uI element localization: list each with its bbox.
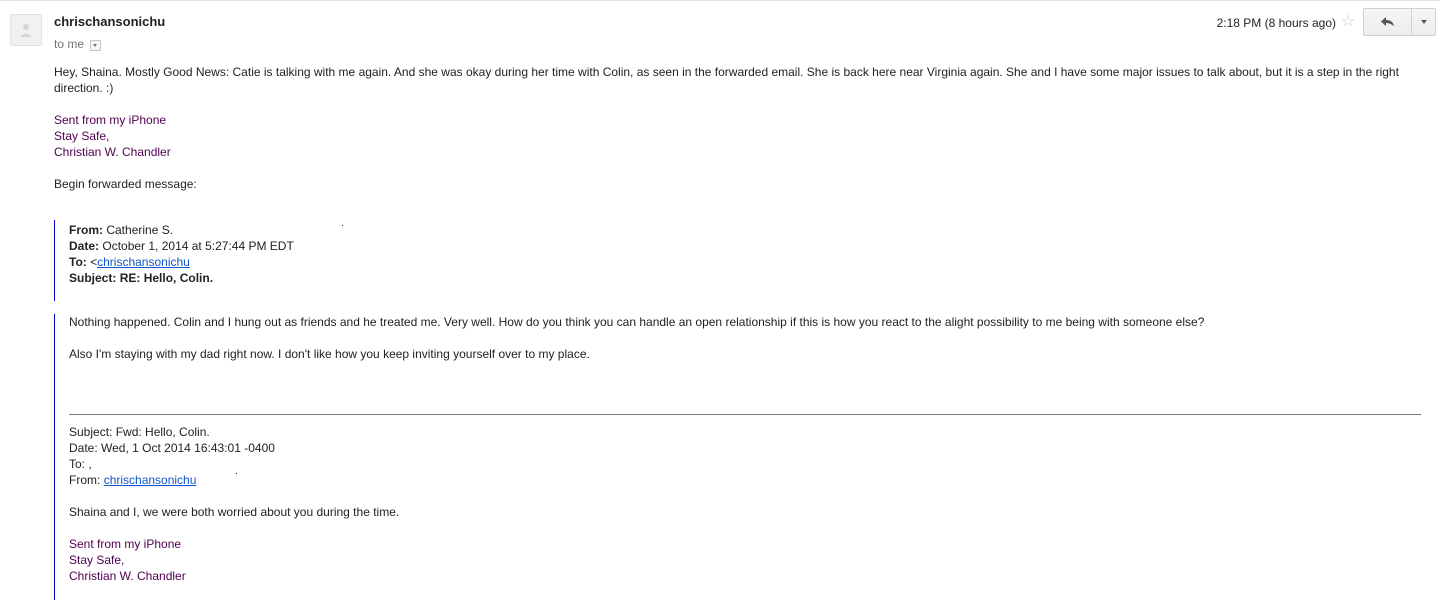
original-from-label: From: xyxy=(69,473,101,487)
signature-line: Christian W. Chandler xyxy=(69,569,186,583)
signature-line: Stay Safe, xyxy=(54,129,110,143)
sender-name[interactable]: chrischansonichu xyxy=(54,14,165,29)
forwarded-body-quote: Nothing happened. Colin and I hung out a… xyxy=(54,314,1421,600)
date-label: Date: xyxy=(69,239,100,253)
message-timestamp: 2:18 PM (8 hours ago) xyxy=(1216,16,1336,30)
forwarded-to-row: To: <chrischansonichu xyxy=(69,254,294,270)
original-body: Shaina and I, we were both worried about… xyxy=(69,505,400,519)
email-message-view: chrischansonichu to me 2:18 PM (8 hours … xyxy=(0,0,1440,600)
original-from-link[interactable]: chrischansonichu xyxy=(104,473,197,487)
more-actions-button[interactable] xyxy=(1412,8,1436,36)
original-to: To: , xyxy=(69,457,92,471)
message-actions xyxy=(1363,8,1436,36)
to-me-label: to me xyxy=(54,37,85,51)
default-person-icon xyxy=(20,24,32,37)
signature-line: Stay Safe, xyxy=(69,553,125,567)
show-details-dropdown-icon[interactable] xyxy=(90,39,102,51)
signature-line: Sent from my iPhone xyxy=(54,113,167,127)
signature-line: Christian W. Chandler xyxy=(54,145,171,159)
forwarded-message-label: Begin forwarded message: xyxy=(54,177,197,191)
from-value: Catherine S. xyxy=(106,223,174,237)
from-label: From: xyxy=(69,223,103,237)
reply-button[interactable] xyxy=(1363,8,1412,36)
subject-label: Subject: xyxy=(69,271,117,285)
sender-avatar[interactable] xyxy=(10,14,42,46)
to-link[interactable]: chrischansonichu xyxy=(97,255,190,269)
original-date: Date: Wed, 1 Oct 2014 16:43:01 -0400 xyxy=(69,441,275,455)
forwarded-header-quote: From: Catherine S. Date: October 1, 2014… xyxy=(54,220,294,301)
recipient-summary[interactable]: to me xyxy=(54,37,102,51)
original-message: Subject: Fwd: Hello, Colin. Date: Wed, 1… xyxy=(69,424,1409,584)
date-value: October 1, 2014 at 5:27:44 PM EDT xyxy=(102,239,294,253)
redaction-mark xyxy=(342,225,343,226)
star-icon[interactable]: ☆ xyxy=(1341,14,1355,30)
original-subject: Subject: Fwd: Hello, Colin. xyxy=(69,425,210,439)
redaction-mark xyxy=(236,473,237,474)
forwarded-from-row: From: Catherine S. xyxy=(69,222,294,238)
chevron-down-icon xyxy=(1420,20,1427,24)
divider xyxy=(69,414,1421,415)
message-body: Hey, Shaina. Mostly Good News: Catie is … xyxy=(54,64,1424,192)
body-paragraph: Hey, Shaina. Mostly Good News: Catie is … xyxy=(54,65,1399,95)
to-label: To: xyxy=(69,255,87,269)
forwarded-subject-row: Subject: RE: Hello, Colin. xyxy=(69,270,294,286)
signature-line: Sent from my iPhone xyxy=(69,537,182,551)
forwarded-paragraph: Also I'm staying with my dad right now. … xyxy=(69,347,590,361)
original-from-row: From: chrischansonichu xyxy=(69,472,1409,488)
forwarded-paragraph: Nothing happened. Colin and I hung out a… xyxy=(69,315,1205,329)
reply-arrow-icon xyxy=(1380,17,1394,27)
subject-value: RE: Hello, Colin. xyxy=(119,271,214,285)
forwarded-date-row: Date: October 1, 2014 at 5:27:44 PM EDT xyxy=(69,238,294,254)
